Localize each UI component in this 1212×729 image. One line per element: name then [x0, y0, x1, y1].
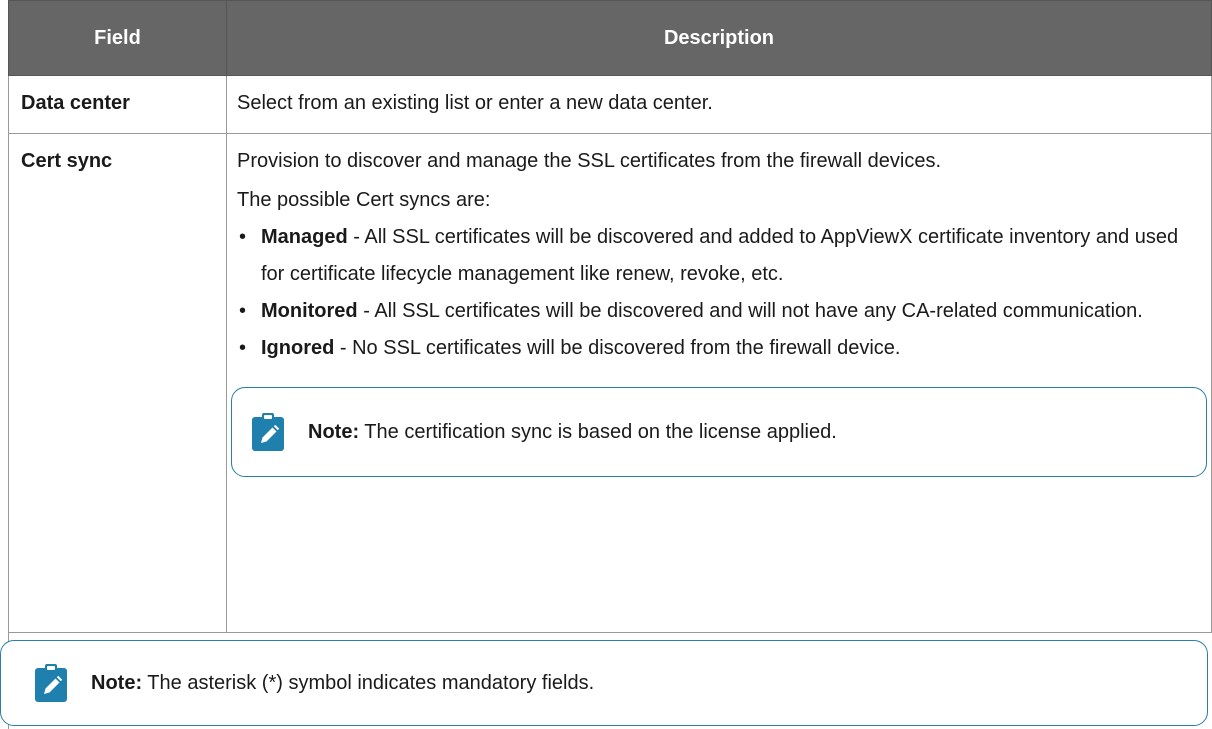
table-row-data-center: Data center Select from an existing list…	[8, 75, 1212, 134]
table-row-cert-sync: Cert sync Provision to discover and mana…	[8, 133, 1212, 633]
footer-note-label: Note:	[91, 671, 143, 694]
list-item-monitored: • Monitored - All SSL certificates will b…	[237, 293, 1199, 330]
fields-table: Field Description Data center Select fro…	[8, 0, 1212, 633]
bullet-text: - No SSL certificates will be discovered…	[334, 337, 901, 359]
footer-note-body: The asterisk (*) symbol indicates mandat…	[142, 671, 595, 694]
footer-note-text: Note: The asterisk (*) symbol indicates …	[91, 672, 594, 695]
note-pencil-icon	[252, 413, 284, 451]
list-item-managed: • Managed - All SSL certificates will be …	[237, 219, 1199, 293]
description-cert-sync: Provision to discover and manage the SSL…	[226, 133, 1212, 633]
bullet-icon: •	[239, 337, 247, 359]
cert-sync-intro: Provision to discover and manage the SSL…	[237, 150, 942, 172]
bullet-term: Ignored	[261, 337, 335, 359]
footer-note: Note: The asterisk (*) symbol indicates …	[0, 640, 1208, 726]
bullet-icon: •	[239, 226, 247, 248]
field-name-cert-sync: Cert sync	[8, 133, 227, 633]
cert-sync-options-label: The possible Cert syncs are:	[237, 189, 491, 211]
note-body: The certification sync is based on the l…	[359, 421, 837, 443]
header-description: Description	[226, 0, 1212, 76]
bullet-icon: •	[239, 300, 247, 322]
header-field: Field	[8, 0, 227, 76]
description-data-center: Select from an existing list or enter a …	[226, 75, 1212, 134]
bullet-text: - All SSL certificates will be discovere…	[261, 226, 1179, 285]
note-label: Note:	[308, 421, 360, 443]
bullet-text: - All SSL certificates will be discovere…	[357, 300, 1143, 322]
list-item-ignored: • Ignored - No SSL certificates will be d…	[237, 330, 1199, 367]
cert-sync-note: Note: The certification sync is based on…	[231, 387, 1207, 477]
field-name-data-center: Data center	[8, 75, 227, 134]
bullet-term: Managed	[261, 226, 348, 248]
bullet-term: Monitored	[261, 300, 358, 322]
note-text: Note: The certification sync is based on…	[308, 418, 837, 446]
note-pencil-icon	[35, 664, 67, 702]
table-header-row: Field Description	[8, 0, 1212, 76]
